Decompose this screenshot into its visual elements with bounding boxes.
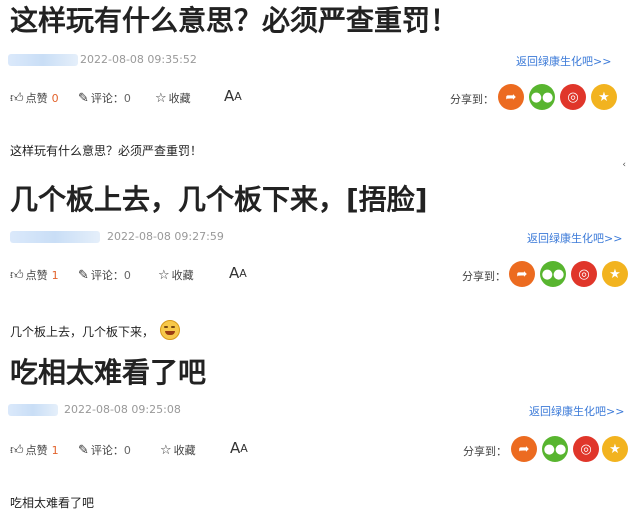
font-size-button[interactable]: AA [229, 264, 247, 282]
return-to-forum-link[interactable]: 返回绿康生化吧>> [529, 403, 624, 419]
like-label: 点赞 [25, 92, 48, 105]
laughing-emoji-icon [160, 320, 181, 340]
like-button[interactable]: 👍︎ 点赞 1 [10, 267, 59, 283]
favorite-label: 收藏 [173, 444, 196, 457]
share-favorite-button[interactable]: ★ [602, 436, 628, 462]
share-sina-weibo-button[interactable]: ◎ [560, 84, 586, 110]
like-label: 点赞 [25, 444, 48, 457]
font-size-small: A [240, 441, 248, 455]
thumbs-up-icon: 👍︎ [10, 90, 24, 106]
favorite-button[interactable]: ☆ 收藏 [158, 267, 194, 283]
font-size-small: A [234, 89, 242, 103]
favorite-star-icon: ★ [609, 441, 621, 457]
post-body: 这样玩有什么意思？必须严查重罚！ [10, 144, 203, 158]
post-meta: 2022-08-08 09:27:59 返回绿康生化吧>> [0, 229, 630, 247]
post-timestamp: 2022-08-08 09:25:08 [64, 403, 181, 416]
font-size-button[interactable]: AA [224, 87, 242, 105]
comment-button[interactable]: ✎ 评论： 0 [78, 442, 131, 458]
post-timestamp: 2022-08-08 09:35:52 [80, 53, 197, 66]
post-title[interactable]: 吃相太难看了吧 [10, 356, 206, 390]
sina-weibo-icon: ◎ [567, 89, 579, 105]
post-body: 吃相太难看了吧 [10, 496, 95, 510]
comment-label: 评论： [90, 92, 124, 105]
wechat-icon: ●● [541, 266, 565, 282]
share-sina-weibo-button[interactable]: ◎ [573, 436, 599, 462]
font-size-large: A [229, 264, 240, 282]
like-count: 1 [51, 268, 59, 282]
post-meta: 2022-08-08 09:35:52 返回绿康生化吧>> [0, 52, 630, 70]
post-title[interactable]: 几个板上去，几个板下来，[捂脸] [10, 183, 428, 217]
favorite-label: 收藏 [171, 269, 194, 282]
favorite-label: 收藏 [168, 92, 191, 105]
like-count: 1 [51, 443, 59, 457]
like-count: 0 [51, 91, 59, 105]
weibo-wave-icon: ➦ [505, 89, 517, 105]
post-body-text: 几个板上去，几个板下来， [10, 325, 155, 339]
post-actions: 👍︎ 点赞 1 ✎ 评论： 0 ☆ 收藏 AA 分享到： ➦ ●● ◎ ★ [0, 436, 630, 464]
post-timestamp: 2022-08-08 09:27:59 [107, 230, 224, 243]
thumbs-up-icon: 👍︎ [10, 267, 24, 283]
share-wechat-button[interactable]: ●● [542, 436, 568, 462]
share-favorite-button[interactable]: ★ [591, 84, 617, 110]
sina-weibo-icon: ◎ [580, 441, 592, 457]
share-label: 分享到： [463, 445, 507, 458]
share-label: 分享到： [450, 93, 494, 106]
like-button[interactable]: 👍︎ 点赞 1 [10, 442, 59, 458]
edit-comment-icon: ✎ [78, 90, 89, 106]
share-weibo-wave-button[interactable]: ➦ [498, 84, 524, 110]
favorite-button[interactable]: ☆ 收藏 [160, 442, 196, 458]
return-to-forum-link[interactable]: 返回绿康生化吧>> [516, 53, 611, 69]
caret-marker: ‹ [622, 160, 626, 170]
weibo-wave-icon: ➦ [518, 441, 530, 457]
sina-weibo-icon: ◎ [578, 266, 590, 282]
favorite-button[interactable]: ☆ 收藏 [155, 90, 191, 106]
share-weibo-wave-button[interactable]: ➦ [511, 436, 537, 462]
return-to-forum-link[interactable]: 返回绿康生化吧>> [527, 230, 622, 246]
post-actions: 👍︎ 点赞 1 ✎ 评论： 0 ☆ 收藏 AA 分享到： ➦ ●● ◎ ★ [0, 261, 630, 289]
comment-label: 评论： [90, 444, 124, 457]
post-body: 几个板上去，几个板下来， [10, 320, 181, 340]
like-button[interactable]: 👍︎ 点赞 0 [10, 90, 59, 106]
post-title[interactable]: 这样玩有什么意思？必须严查重罚！ [10, 4, 458, 38]
like-label: 点赞 [25, 269, 48, 282]
thumbs-up-icon: 👍︎ [10, 442, 24, 458]
comment-count: 0 [123, 91, 131, 105]
font-size-small: A [239, 266, 247, 280]
edit-comment-icon: ✎ [78, 442, 89, 458]
share-wechat-button[interactable]: ●● [540, 261, 566, 287]
favorite-star-icon: ★ [609, 266, 621, 282]
comment-count: 0 [123, 443, 131, 457]
comment-button[interactable]: ✎ 评论： 0 [78, 267, 131, 283]
comment-button[interactable]: ✎ 评论： 0 [78, 90, 131, 106]
share-wechat-button[interactable]: ●● [529, 84, 555, 110]
favorite-star-icon: ★ [598, 89, 610, 105]
font-size-large: A [230, 439, 241, 457]
star-outline-icon: ☆ [158, 267, 170, 283]
edit-comment-icon: ✎ [78, 267, 89, 283]
wechat-icon: ●● [543, 441, 567, 457]
share-weibo-wave-button[interactable]: ➦ [509, 261, 535, 287]
star-outline-icon: ☆ [160, 442, 172, 458]
author-name-blurred[interactable] [8, 404, 58, 416]
star-outline-icon: ☆ [155, 90, 167, 106]
share-label: 分享到： [462, 270, 506, 283]
wechat-icon: ●● [530, 89, 554, 105]
weibo-wave-icon: ➦ [516, 266, 528, 282]
font-size-button[interactable]: AA [230, 439, 248, 457]
author-name-blurred[interactable] [10, 231, 100, 243]
author-name-blurred[interactable] [8, 54, 78, 66]
share-sina-weibo-button[interactable]: ◎ [571, 261, 597, 287]
post-actions: 👍︎ 点赞 0 ✎ 评论： 0 ☆ 收藏 AA 分享到： ➦ ●● ◎ ★ [0, 84, 630, 112]
share-favorite-button[interactable]: ★ [602, 261, 628, 287]
comment-label: 评论： [90, 269, 124, 282]
comment-count: 0 [123, 268, 131, 282]
font-size-large: A [224, 87, 235, 105]
post-meta: 2022-08-08 09:25:08 返回绿康生化吧>> [0, 402, 630, 420]
